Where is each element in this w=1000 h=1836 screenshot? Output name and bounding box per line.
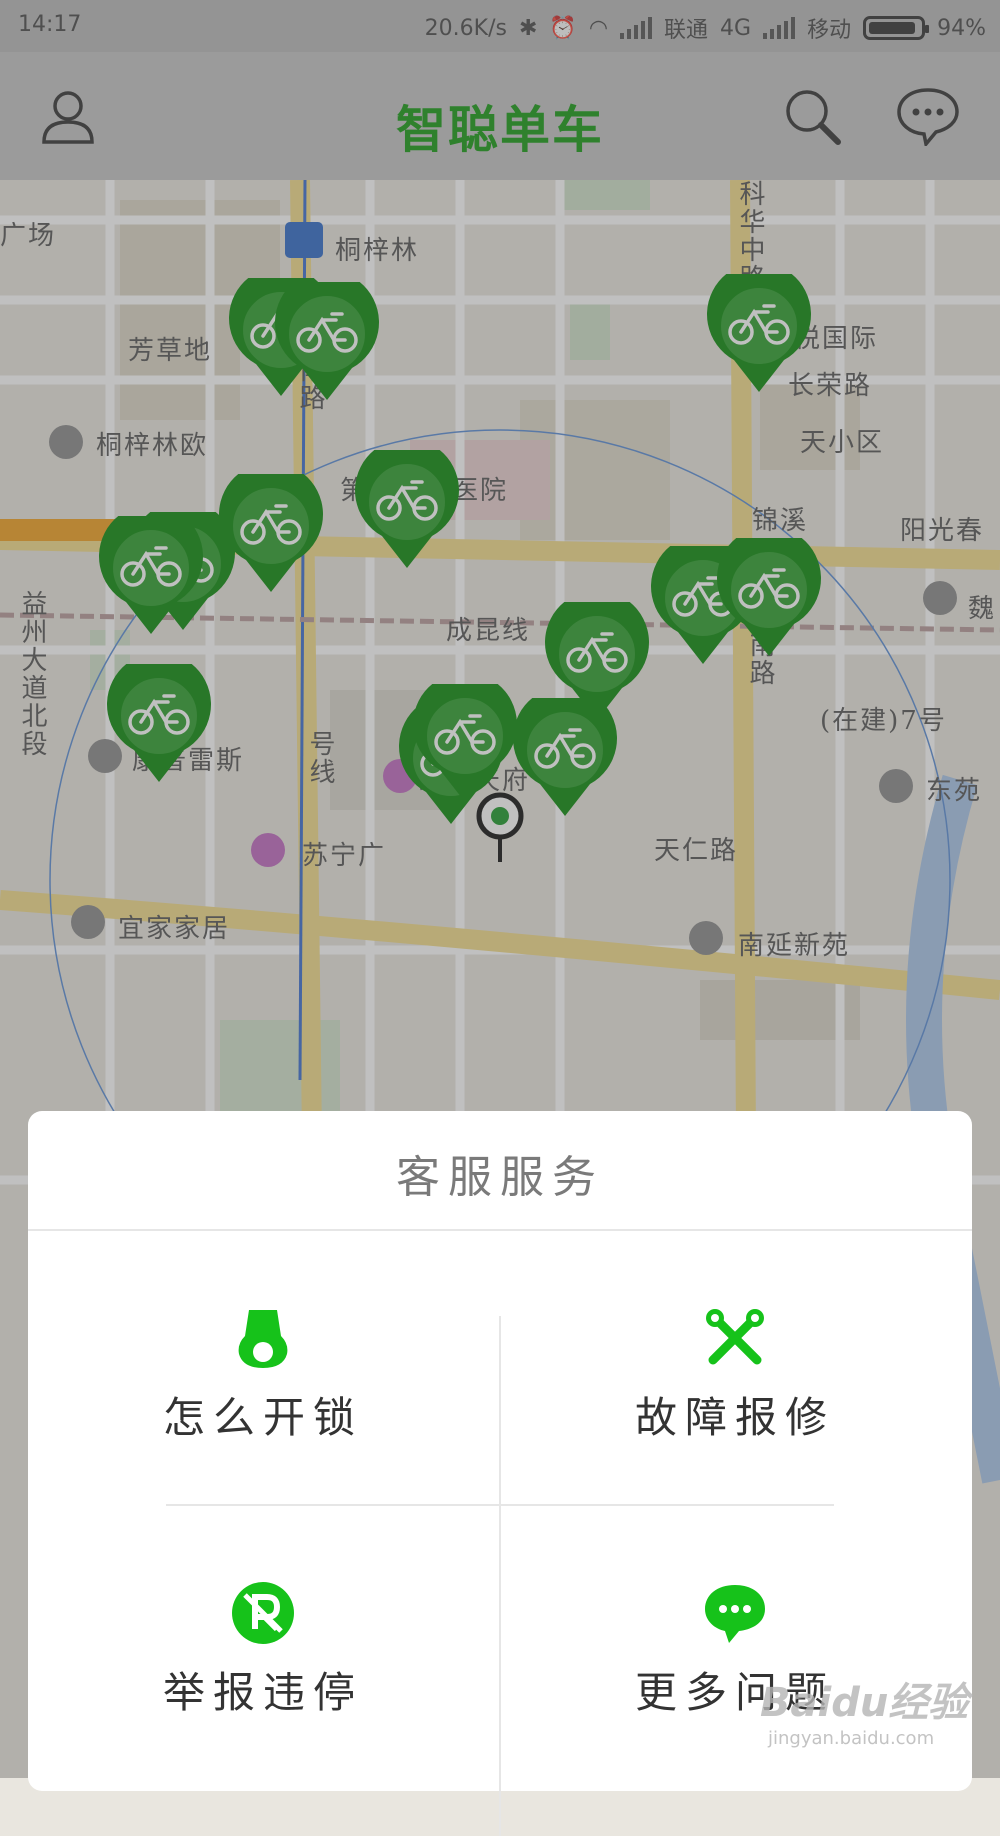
- option-how-to-unlock[interactable]: 怎么开锁: [113, 1306, 413, 1476]
- option-label: 怎么开锁: [162, 1393, 363, 1442]
- unlock-icon: [238, 1310, 288, 1368]
- divider: [166, 1504, 834, 1506]
- chat-bubble-icon: [705, 1585, 765, 1643]
- option-fault-repair[interactable]: 故障报修: [585, 1306, 885, 1476]
- watermark-text: Baidu经验: [760, 1680, 969, 1726]
- option-label: 举报违停: [162, 1668, 363, 1717]
- illegal-parking-icon: [232, 1582, 294, 1644]
- baidu-watermark: Baidu经验 jingyan.baidu.com: [760, 1670, 980, 1760]
- watermark-url: jingyan.baidu.com: [768, 1728, 935, 1749]
- option-label: 故障报修: [634, 1393, 835, 1442]
- divider: [499, 1316, 501, 1836]
- dialog-title: 客服服务: [396, 1152, 604, 1203]
- option-report-illegal-parking[interactable]: 举报违停: [113, 1581, 413, 1751]
- divider: [28, 1229, 972, 1231]
- repair-tools-icon: [706, 1309, 764, 1365]
